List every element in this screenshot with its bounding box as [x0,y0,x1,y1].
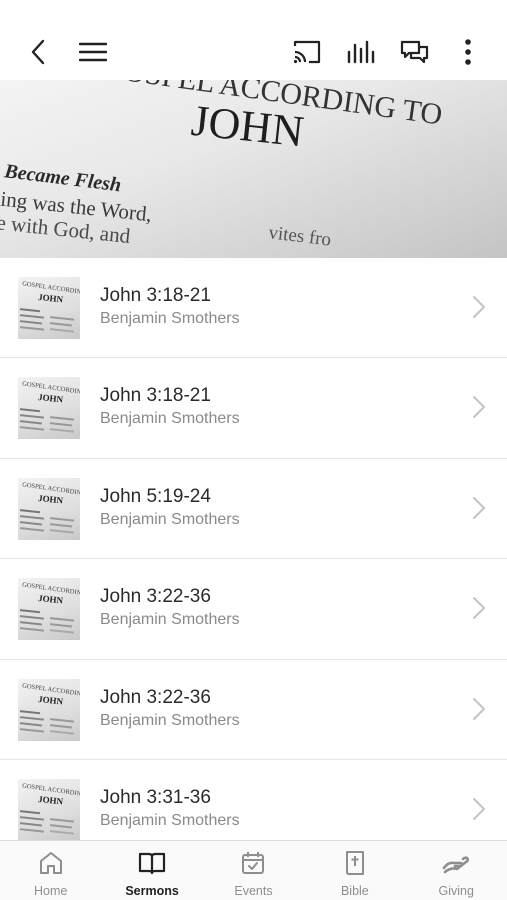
tab-events[interactable]: Events [203,841,304,900]
bottom-tab-bar: Home Sermons Events Bible Giving [0,840,507,900]
chevron-right-icon [473,597,485,620]
sermon-list-item[interactable]: GOSPEL ACCORDING JOHN John 3:22-36 Benja… [0,659,507,760]
sermon-speaker: Benjamin Smothers [100,410,240,428]
book-icon [138,852,166,875]
sermon-title: John 3:22-36 [100,586,211,608]
sermon-title: John 3:22-36 [100,686,211,708]
sermon-speaker: Benjamin Smothers [100,711,240,729]
sermon-speaker: Benjamin Smothers [100,811,240,829]
bible-icon [345,851,364,875]
sermon-title: John 3:18-21 [100,285,211,306]
tab-label: Sermons [125,884,179,898]
chevron-right-icon [473,697,485,720]
tab-home[interactable]: Home [0,841,101,900]
calendar-icon [242,852,265,874]
sermon-thumbnail: GOSPEL ACCORDING JOHN [18,578,80,641]
sermon-list-item[interactable]: GOSPEL ACCORDING JOHN John 3:22-36 Benja… [0,559,507,660]
back-icon[interactable] [20,34,56,70]
chevron-right-icon [473,396,485,419]
sermon-title: John 3:18-21 [100,385,211,407]
cast-icon[interactable] [289,34,325,70]
sermon-speaker: Benjamin Smothers [100,611,240,629]
sermon-thumbnail: GOSPEL ACCORDING JOHN [18,377,80,440]
top-toolbar [0,0,507,80]
sermon-list-item[interactable]: GOSPEL ACCORDING JOHN John 3:18-21 Benja… [0,258,507,359]
svg-text:JOHN: JOHN [38,794,64,807]
svg-text:JOHN: JOHN [38,292,64,305]
audio-bars-icon[interactable] [343,34,379,70]
giving-icon [442,856,470,874]
sermon-list-item[interactable]: GOSPEL ACCORDING JOHN John 3:18-21 Benja… [0,358,507,459]
chevron-right-icon [473,296,485,318]
tab-label: Giving [438,884,474,898]
sermon-list-item[interactable]: GOSPEL ACCORDING JOHN John 3:31-36 Benja… [0,759,507,840]
svg-text:JOHN: JOHN [38,392,64,405]
menu-icon[interactable] [75,34,111,70]
tab-sermons[interactable]: Sermons [101,841,202,900]
chevron-right-icon [473,797,485,820]
more-icon[interactable] [450,34,486,70]
sermon-thumbnail: GOSPEL ACCORDING JOHN [18,277,80,339]
sermon-title: John 3:31-36 [100,786,211,808]
tab-label: Bible [340,884,369,898]
sermon-thumbnail: GOSPEL ACCORDING JOHN [18,477,80,540]
tab-label: Events [234,884,273,898]
hero-banner-image: GOSPEL ACCORDING TO JOHN Became Flesh in… [0,80,507,258]
sermon-thumbnail: GOSPEL ACCORDING JOHN [18,778,80,840]
sermon-list-item[interactable]: GOSPEL ACCORDING JOHN John 5:19-24 Benja… [0,458,507,560]
sermon-speaker: Benjamin Smothers [100,310,240,327]
tab-bible[interactable]: Bible [304,841,405,900]
svg-text:JOHN: JOHN [38,493,64,506]
tab-label: Home [34,884,68,898]
hero-text-line: vites fro [267,222,332,250]
svg-text:JOHN: JOHN [38,694,64,707]
svg-text:JOHN: JOHN [38,593,64,606]
sermon-speaker: Benjamin Smothers [100,510,240,528]
hero-title: JOHN [189,96,306,156]
home-icon [39,852,62,874]
sermon-title: John 5:19-24 [100,485,211,507]
tab-giving[interactable]: Giving [406,841,507,900]
sermon-list: GOSPEL ACCORDING JOHN John 3:18-21 Benja… [0,258,507,840]
chat-icon[interactable] [397,34,433,70]
sermon-thumbnail: GOSPEL ACCORDING JOHN [18,678,80,741]
chevron-right-icon [473,496,485,519]
